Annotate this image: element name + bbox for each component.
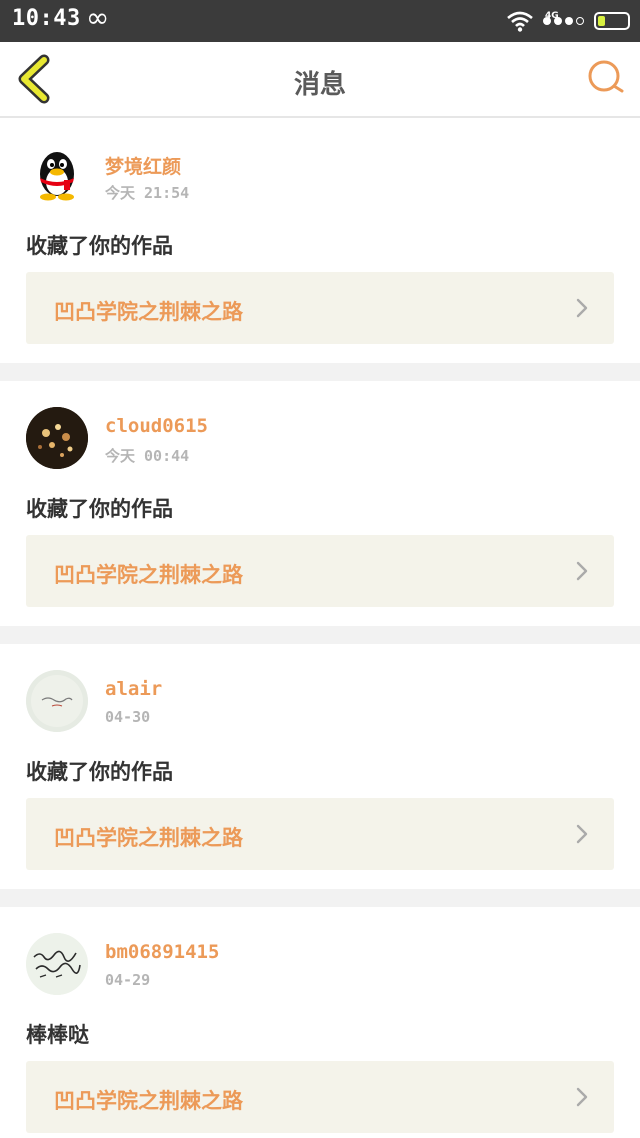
user-name[interactable]: alair (105, 678, 162, 700)
status-bar: 10:43 ∞ 4G (0, 0, 640, 42)
chevron-right-icon (576, 824, 588, 844)
action-text: 收藏了你的作品 (26, 497, 173, 521)
message-card: bm06891415 04-29 棒棒哒 凹凸学院之荆棘之路 (0, 907, 640, 1138)
nav-bar: 消息 (0, 42, 640, 118)
page-title: 消息 (293, 70, 346, 100)
work-title: 凹凸学院之荆棘之路 (54, 1089, 243, 1113)
chevron-right-icon (576, 1087, 588, 1107)
infinity-icon: ∞ (86, 1, 110, 34)
calligraphy-plate-avatar[interactable] (26, 670, 88, 732)
work-title: 凹凸学院之荆棘之路 (54, 300, 243, 324)
work-link[interactable]: 凹凸学院之荆棘之路 (26, 272, 614, 344)
work-link[interactable]: 凹凸学院之荆棘之路 (26, 1061, 614, 1133)
action-text: 棒棒哒 (26, 1023, 89, 1047)
user-name[interactable]: 梦境红颜 (105, 152, 181, 179)
message-time: 今天 00:44 (105, 447, 190, 465)
night-lights-avatar[interactable] (26, 407, 88, 469)
signal-dot (576, 17, 584, 25)
search-icon (588, 60, 624, 93)
action-text: 收藏了你的作品 (26, 760, 173, 784)
message-time: 04-30 (105, 708, 151, 726)
action-text: 收藏了你的作品 (26, 234, 173, 258)
status-time: 10:43 (12, 6, 81, 31)
work-title: 凹凸学院之荆棘之路 (54, 826, 243, 850)
signal-icon: 4G (543, 11, 584, 25)
signal-dot (565, 17, 573, 25)
message-list: 梦境红颜 今天 21:54 收藏了你的作品 凹凸学院之荆棘之路 cloud061… (0, 118, 640, 1138)
work-title: 凹凸学院之荆棘之路 (54, 563, 243, 587)
status-icons: 4G (507, 8, 630, 34)
network-type: 4G (545, 11, 559, 21)
user-name[interactable]: cloud0615 (105, 415, 208, 437)
battery-level (598, 16, 605, 26)
user-name[interactable]: bm06891415 (105, 941, 219, 963)
qq-penguin-avatar[interactable] (26, 144, 88, 206)
search-button[interactable] (586, 58, 626, 98)
chevron-right-icon (576, 298, 588, 318)
chevron-right-icon (576, 561, 588, 581)
work-link[interactable]: 凹凸学院之荆棘之路 (26, 535, 614, 607)
message-card: alair 04-30 收藏了你的作品 凹凸学院之荆棘之路 (0, 644, 640, 889)
message-card: 梦境红颜 今天 21:54 收藏了你的作品 凹凸学院之荆棘之路 (0, 118, 640, 363)
message-time: 04-29 (105, 971, 151, 989)
message-card: cloud0615 今天 00:44 收藏了你的作品 凹凸学院之荆棘之路 (0, 381, 640, 626)
wifi-icon (507, 11, 533, 32)
message-time: 今天 21:54 (105, 184, 190, 202)
battery-icon (594, 12, 630, 30)
handwriting-avatar[interactable] (26, 933, 88, 995)
work-link[interactable]: 凹凸学院之荆棘之路 (26, 798, 614, 870)
